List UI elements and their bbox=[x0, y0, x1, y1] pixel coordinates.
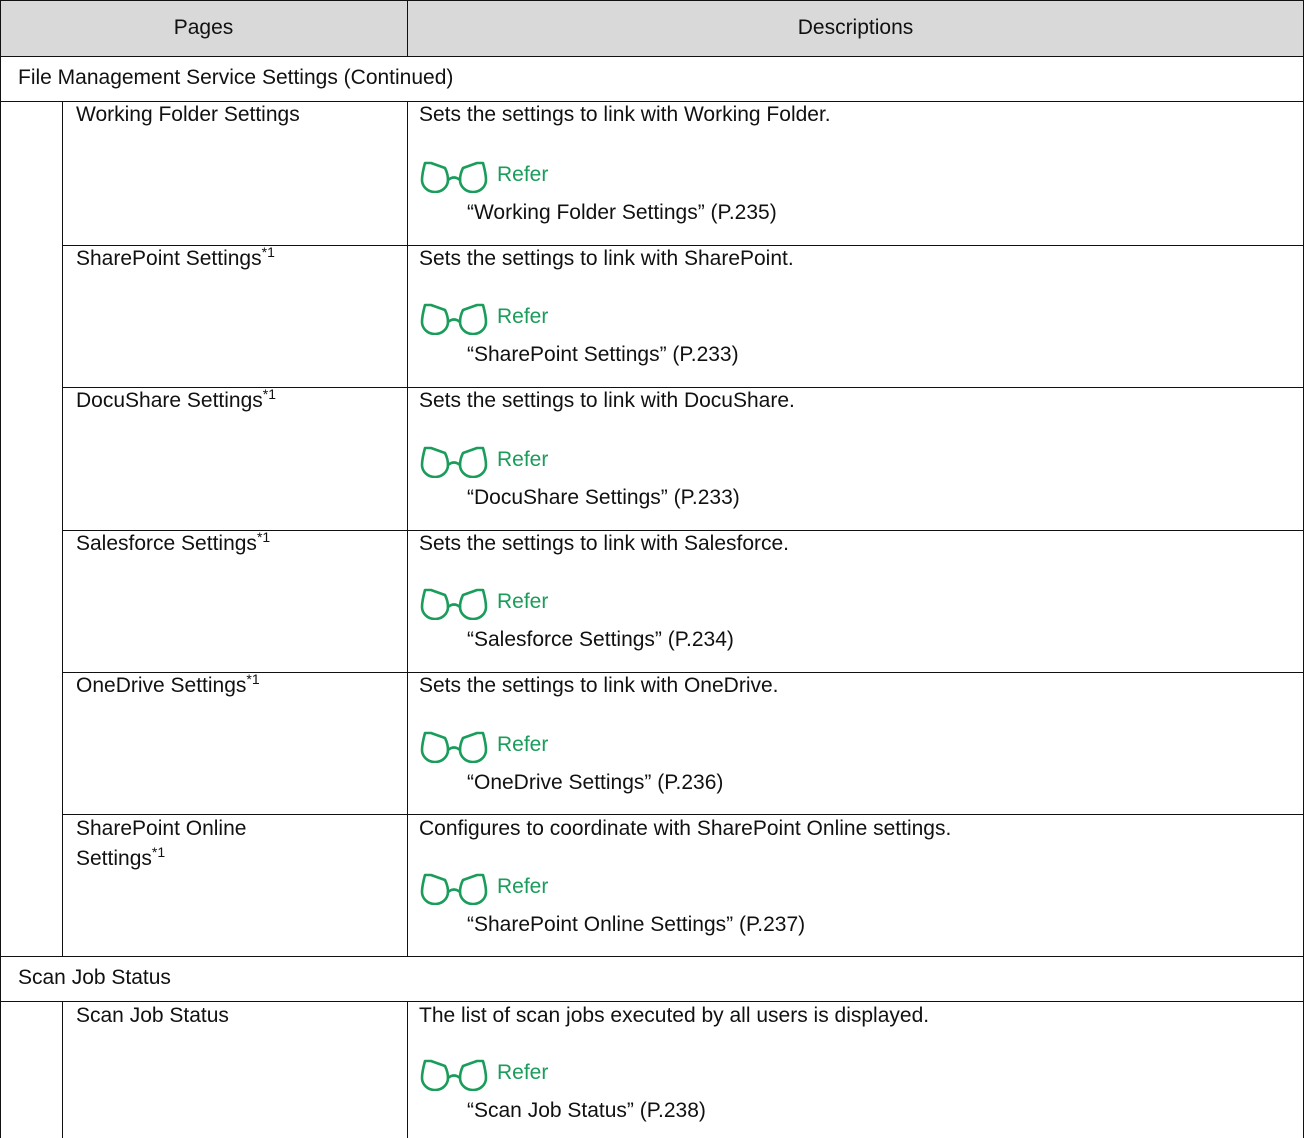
refer-label: Refer bbox=[497, 305, 549, 328]
page-name: Working Folder Settings bbox=[76, 103, 300, 126]
description: Sets the settings to link with Working F… bbox=[419, 103, 831, 126]
refer-link[interactable]: “SharePoint Online Settings” (P.237) bbox=[467, 910, 805, 940]
border-indent-2 bbox=[62, 1001, 63, 1138]
settings-table: Pages Descriptions File Management Servi… bbox=[0, 0, 1304, 1138]
border-top bbox=[0, 0, 1304, 1]
refer-label: Refer bbox=[497, 875, 549, 898]
section-label-scan-job-status: Scan Job Status bbox=[18, 966, 171, 989]
glasses-icon bbox=[420, 1059, 488, 1091]
footnote-marker: *1 bbox=[261, 244, 275, 260]
border-indent-1 bbox=[62, 101, 63, 956]
refer-label: Refer bbox=[497, 163, 549, 186]
glasses-icon bbox=[420, 446, 488, 478]
border-left bbox=[0, 0, 1, 1138]
border-section2-top bbox=[0, 956, 1304, 957]
description: Sets the settings to link with Salesforc… bbox=[419, 532, 790, 555]
glasses-icon bbox=[420, 303, 488, 335]
border-col-1 bbox=[407, 101, 408, 956]
page-name: Salesforce Settings*1 bbox=[76, 529, 271, 555]
footnote-marker: *1 bbox=[256, 529, 271, 545]
page-name: DocuShare Settings*1 bbox=[76, 386, 277, 412]
description: Configures to coordinate with SharePoint… bbox=[419, 817, 952, 840]
refer-link[interactable]: “SharePoint Settings” (P.233) bbox=[467, 340, 739, 370]
description: Sets the settings to link with SharePoin… bbox=[419, 247, 794, 270]
page-name: SharePoint Settings*1 bbox=[76, 244, 275, 270]
refer-label: Refer bbox=[497, 1061, 549, 1084]
header-pages: Pages bbox=[173, 16, 234, 39]
refer-link[interactable]: “Working Folder Settings” (P.235) bbox=[467, 198, 777, 228]
table-header: Pages Descriptions bbox=[0, 0, 1304, 56]
refer-link[interactable]: “Scan Job Status” (P.238) bbox=[467, 1096, 706, 1126]
header-descriptions: Descriptions bbox=[797, 16, 914, 39]
page-name: OneDrive Settings*1 bbox=[76, 671, 260, 697]
description: Sets the settings to link with OneDrive. bbox=[419, 674, 779, 697]
footnote-marker: *1 bbox=[262, 386, 277, 402]
border-header-divider bbox=[407, 0, 408, 56]
description: Sets the settings to link with DocuShare… bbox=[419, 389, 795, 412]
refer-link[interactable]: “DocuShare Settings” (P.233) bbox=[467, 483, 740, 513]
refer-label: Refer bbox=[497, 733, 549, 756]
footnote-marker: *1 bbox=[246, 671, 260, 687]
glasses-icon bbox=[420, 873, 488, 905]
border-col-2 bbox=[407, 1001, 408, 1138]
glasses-icon bbox=[420, 161, 488, 193]
section-label-file-management: File Management Service Settings (Contin… bbox=[18, 66, 454, 89]
refer-link[interactable]: “OneDrive Settings” (P.236) bbox=[467, 768, 723, 798]
page-name: Scan Job Status bbox=[76, 1004, 229, 1027]
glasses-icon bbox=[420, 731, 488, 763]
page-name: SharePoint Online Settings*1 bbox=[76, 817, 247, 870]
border-header-bottom bbox=[0, 56, 1304, 57]
description: The list of scan jobs executed by all us… bbox=[419, 1004, 930, 1027]
glasses-icon bbox=[420, 588, 488, 620]
refer-label: Refer bbox=[497, 590, 549, 613]
refer-link[interactable]: “Salesforce Settings” (P.234) bbox=[467, 625, 734, 655]
refer-label: Refer bbox=[497, 448, 549, 471]
footnote-marker: *1 bbox=[151, 844, 166, 860]
